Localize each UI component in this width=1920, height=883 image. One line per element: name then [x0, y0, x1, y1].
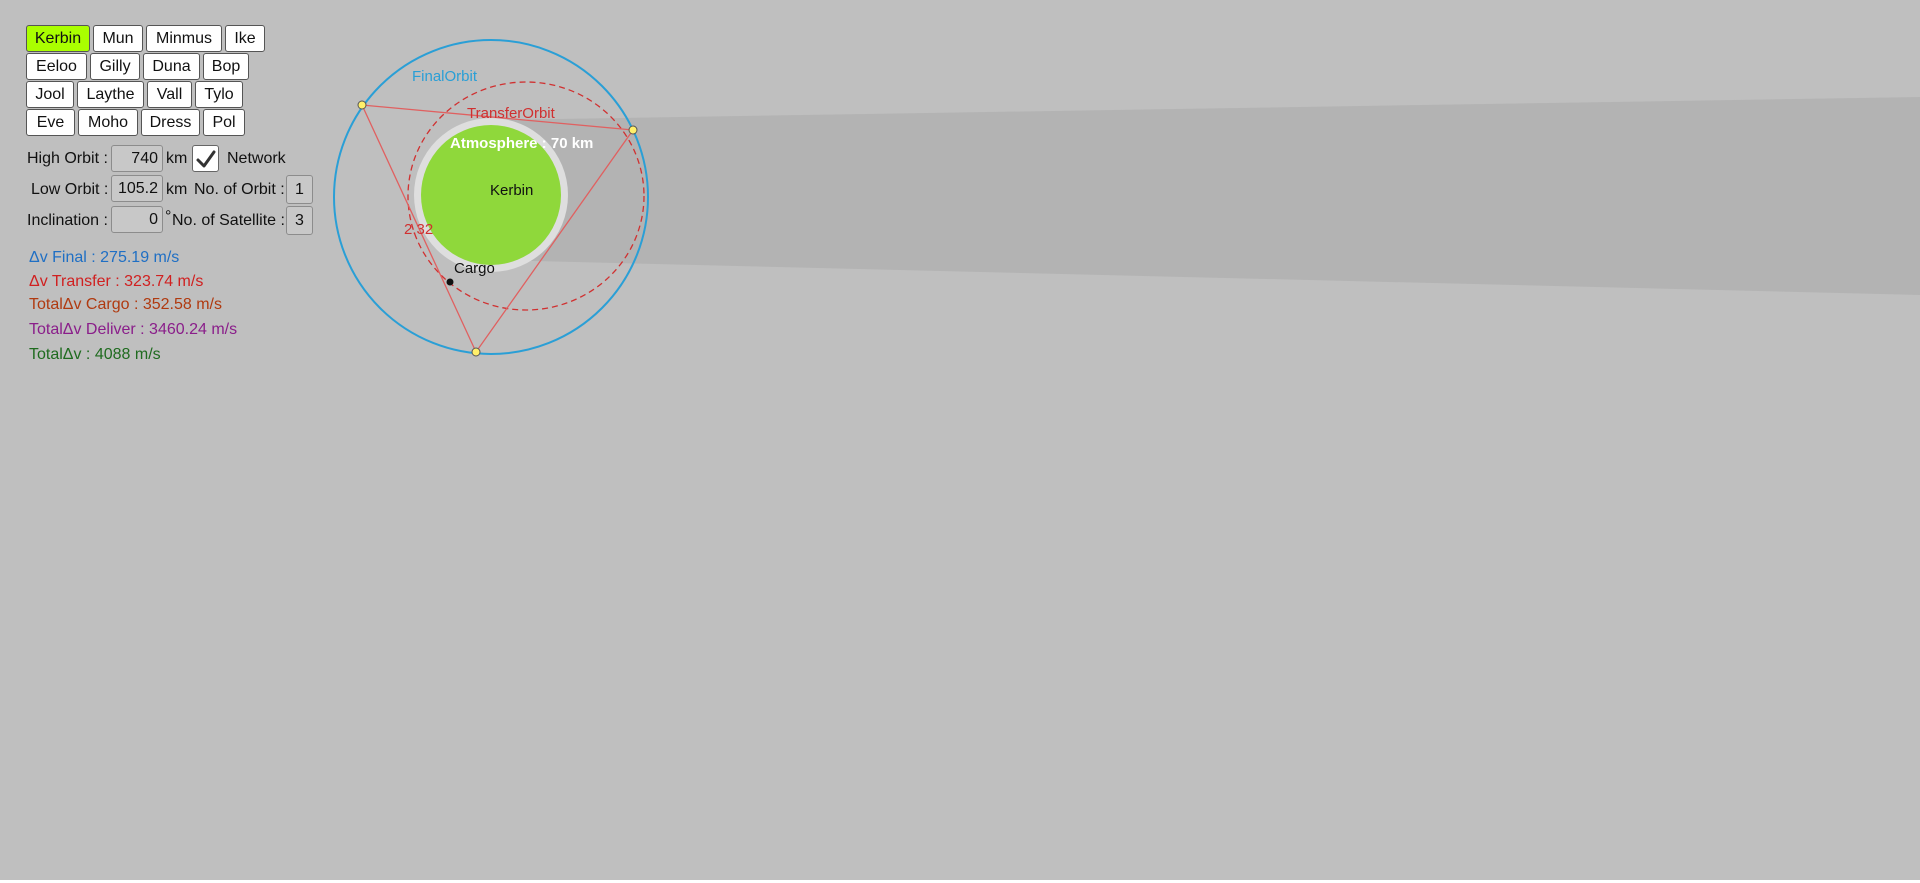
orbit-planner-app: Kerbin Mun Minmus Ike Eeloo Gilly Duna B…	[0, 0, 1920, 883]
satellite-marker-3[interactable]	[471, 347, 481, 357]
cargo-marker[interactable]	[446, 278, 454, 286]
cargo-label: Cargo	[454, 260, 495, 277]
transfer-orbit-label: TransferOrbit	[467, 105, 556, 122]
satellite-marker-1[interactable]	[357, 100, 367, 110]
planet-label: Kerbin	[490, 182, 533, 199]
atmosphere-label: Atmosphere : 70 km	[450, 135, 593, 152]
final-orbit-label: FinalOrbit	[412, 68, 478, 85]
planet-shadow	[493, 97, 1920, 295]
orbit-diagram: FinalOrbit TransferOrbit Atmosphere : 70…	[333, 39, 1920, 357]
satellite-marker-2[interactable]	[628, 125, 638, 135]
angle-label: 2.32	[404, 221, 433, 238]
